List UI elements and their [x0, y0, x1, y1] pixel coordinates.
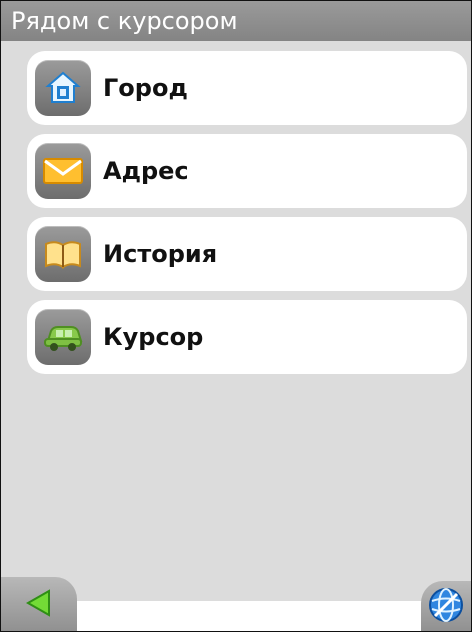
page-title: Рядом с курсором	[1, 1, 471, 41]
menu-item-address[interactable]: Адрес	[27, 134, 467, 208]
globe-icon	[427, 586, 465, 628]
menu-item-cursor[interactable]: Курсор	[27, 300, 467, 374]
back-arrow-icon	[22, 586, 56, 624]
menu-item-label: Адрес	[103, 157, 189, 185]
book-icon	[35, 226, 91, 282]
app-screen: Рядом с курсором Город Адрес История Кур…	[0, 0, 472, 632]
globe-button[interactable]	[421, 581, 471, 631]
car-icon	[35, 309, 91, 365]
envelope-icon	[35, 143, 91, 199]
menu-item-label: Курсор	[103, 323, 204, 351]
menu-item-label: История	[103, 240, 218, 268]
back-button[interactable]	[1, 577, 77, 631]
menu-item-city[interactable]: Город	[27, 51, 467, 125]
menu-item-label: Город	[103, 74, 188, 102]
house-icon	[35, 60, 91, 116]
menu-item-history[interactable]: История	[27, 217, 467, 291]
